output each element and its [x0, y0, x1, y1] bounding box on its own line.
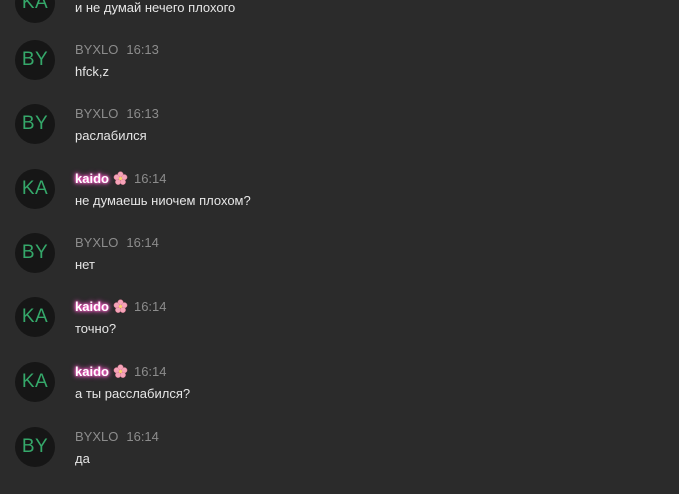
message-text: точно?	[75, 321, 117, 336]
message-text: раслабился	[75, 128, 147, 143]
message: KA kaido 16:14 точно?	[0, 297, 679, 357]
author-name[interactable]: kaido	[75, 299, 109, 314]
author-name[interactable]: kaido	[75, 171, 109, 186]
cherry-blossom-icon	[113, 170, 128, 185]
timestamp: 16:13	[126, 41, 159, 57]
message: KA и не думай нечего плохого	[0, 0, 679, 23]
message-text: нет	[75, 257, 95, 272]
message: BY BYXLO 16:13 раслабился	[0, 104, 679, 164]
timestamp: 16:14	[133, 363, 167, 379]
timestamp: 16:14	[126, 234, 159, 250]
avatar[interactable]: BY	[15, 233, 55, 273]
cherry-blossom-icon	[113, 298, 128, 313]
author-name[interactable]: BYXLO	[75, 429, 118, 444]
avatar[interactable]: KA	[15, 0, 55, 23]
message: BY BYXLO 16:14 да	[0, 427, 679, 487]
message: KA kaido 16:14 не думаешь ниочем плохом?	[0, 169, 679, 229]
avatar[interactable]: KA	[15, 169, 55, 209]
message-header: kaido 16:14	[75, 363, 167, 379]
avatar[interactable]: BY	[15, 40, 55, 80]
author-name[interactable]: BYXLO	[75, 106, 118, 121]
message-header: BYXLO 16:14	[75, 428, 159, 444]
message-header: BYXLO 16:13	[75, 105, 159, 121]
message-text: а ты расслабился?	[75, 386, 191, 401]
avatar[interactable]: KA	[15, 297, 55, 337]
message-text: и не думай нечего плохого	[75, 0, 236, 15]
timestamp: 16:14	[126, 428, 159, 444]
message: BY BYXLO 16:13 hfck,z	[0, 40, 679, 100]
message-header: BYXLO 16:13	[75, 41, 159, 57]
message-text: да	[75, 451, 90, 466]
timestamp: 16:13	[126, 105, 159, 121]
message-header: kaido 16:14	[75, 170, 167, 186]
message-header: BYXLO 16:14	[75, 234, 159, 250]
message: BY BYXLO 16:14 нет	[0, 233, 679, 293]
message-text: hfck,z	[75, 64, 109, 79]
author-name[interactable]: BYXLO	[75, 235, 118, 250]
message-header: kaido 16:14	[75, 298, 167, 314]
avatar[interactable]: KA	[15, 362, 55, 402]
message-text: не думаешь ниочем плохом?	[75, 193, 251, 208]
cherry-blossom-icon	[113, 363, 128, 378]
author-name[interactable]: BYXLO	[75, 42, 118, 57]
timestamp: 16:14	[133, 298, 167, 314]
message: KA kaido 16:14 а ты расслабился?	[0, 362, 679, 422]
avatar[interactable]: BY	[15, 104, 55, 144]
avatar[interactable]: BY	[15, 427, 55, 467]
author-name[interactable]: kaido	[75, 364, 109, 379]
chat-log: KA и не думай нечего плохого BY BYXLO 16…	[0, 0, 679, 494]
timestamp: 16:14	[133, 170, 167, 186]
